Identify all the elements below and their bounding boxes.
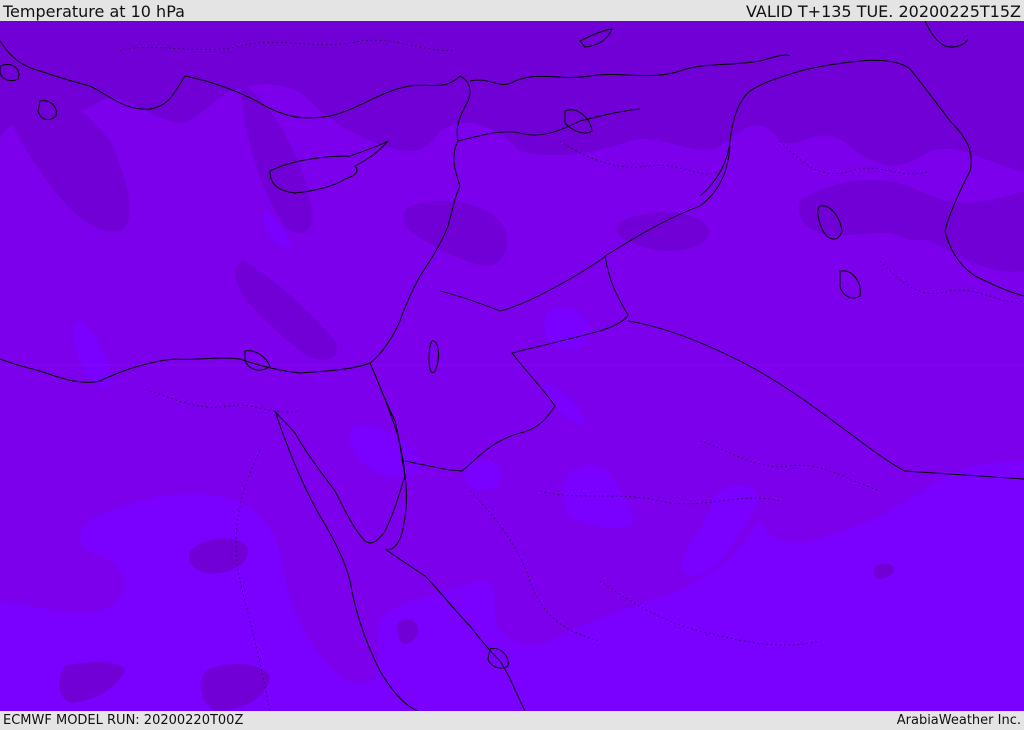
header-bar: Temperature at 10 hPa VALID T+135 TUE. 2… [0, 0, 1024, 21]
footer-bar: ECMWF MODEL RUN: 20200220T00Z ArabiaWeat… [0, 711, 1024, 729]
credit: ArabiaWeather Inc. [896, 713, 1021, 728]
weather-map[interactable] [0, 21, 1024, 711]
valid-time: VALID T+135 TUE. 20200225T15Z [745, 2, 1021, 21]
map-title: Temperature at 10 hPa [3, 2, 185, 21]
model-run: ECMWF MODEL RUN: 20200220T00Z [3, 713, 244, 728]
map-canvas [0, 21, 1024, 711]
